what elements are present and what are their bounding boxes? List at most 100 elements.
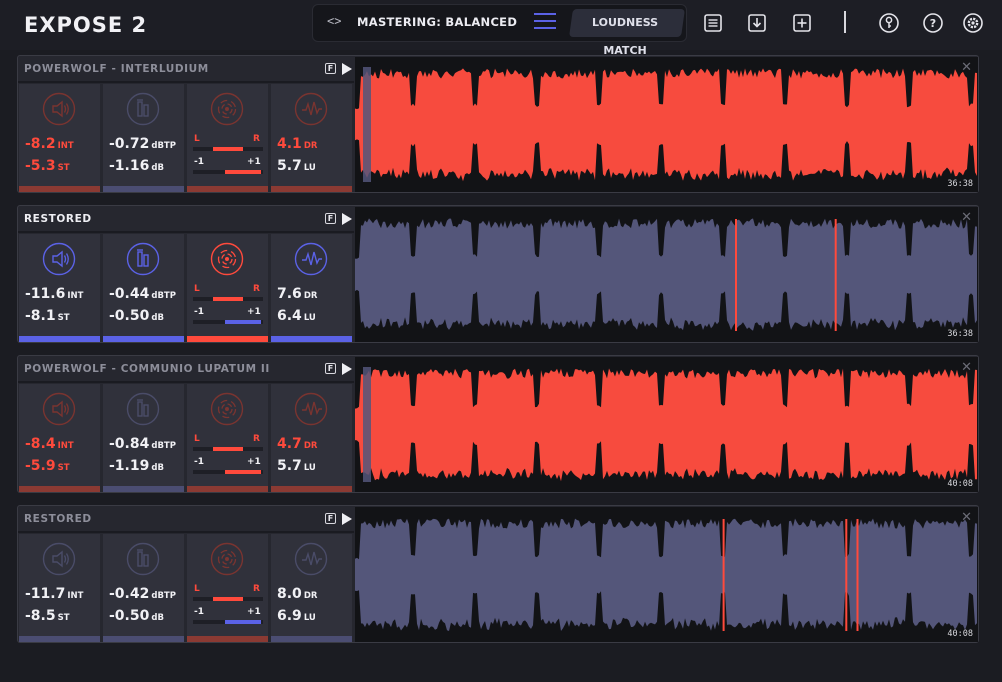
dynamics-status-bar [271, 186, 352, 192]
close-icon[interactable]: ✕ [961, 60, 972, 75]
track-duration: 36:38 [947, 329, 973, 339]
track-header-divider [18, 231, 354, 233]
peak-bars-icon [126, 392, 160, 426]
file-info-button[interactable]: F [325, 363, 336, 374]
waveform-shape [355, 518, 977, 631]
track-panel[interactable]: RESTORED F -11.6 INT -8.1 ST -0.44 dBTP -0.… [17, 205, 979, 343]
help-icon[interactable]: ? [922, 12, 944, 34]
speaker-icon [42, 542, 76, 576]
speaker-icon [42, 242, 76, 276]
loudness-meter[interactable]: -11.7 INT -8.5 ST [19, 534, 100, 642]
app-header: EXPOSE 2 <> MASTERING: BALANCED LOUDNESS… [0, 0, 1002, 57]
sample-peak: -1.16 dB [109, 158, 164, 174]
peak-meter[interactable]: -0.84 dBTP -1.19 dB [103, 384, 184, 492]
play-icon[interactable] [342, 363, 352, 375]
stereo-field-icon [210, 392, 244, 426]
track-name[interactable]: POWERWOLF - INTERLUDIUM [24, 63, 209, 75]
track-name[interactable]: RESTORED [24, 213, 92, 225]
menu-icon[interactable] [534, 13, 556, 31]
preset-nav-arrows-icon[interactable]: <> [327, 14, 341, 28]
file-info-button[interactable]: F [325, 63, 336, 74]
stereo-field-icon [210, 92, 244, 126]
file-info-button[interactable]: F [325, 213, 336, 224]
correlation-min-label: -1 [194, 307, 204, 317]
track-header-divider [18, 531, 354, 533]
stereo-status-bar [187, 486, 268, 492]
clip-marker [856, 519, 859, 631]
balance-bar [193, 447, 263, 451]
waveform-display[interactable]: ✕ 40:08 [355, 357, 978, 492]
right-channel-label: R [253, 434, 260, 444]
track-panel[interactable]: RESTORED F -11.7 INT -8.5 ST -0.42 dBTP -0.… [17, 505, 979, 643]
stereo-field-icon [210, 242, 244, 276]
close-icon[interactable]: ✕ [961, 210, 972, 225]
stereo-meter[interactable]: L R -1 +1 [187, 84, 268, 192]
close-icon[interactable]: ✕ [961, 360, 972, 375]
loudness-range: 5.7 LU [277, 458, 316, 474]
peak-status-bar [103, 636, 184, 642]
dynamics-status-bar [271, 636, 352, 642]
dynamics-meter[interactable]: 4.1 DR 5.7 LU [271, 84, 352, 192]
correlation-bar [193, 320, 263, 324]
play-icon[interactable] [342, 513, 352, 525]
stereo-meter[interactable]: L R -1 +1 [187, 234, 268, 342]
playhead-marker[interactable] [363, 67, 371, 182]
dynamics-meter[interactable]: 4.7 DR 5.7 LU [271, 384, 352, 492]
track-panel[interactable]: POWERWOLF - INTERLUDIUM F -8.2 INT -5.3 ST… [17, 55, 979, 193]
peak-status-bar [103, 486, 184, 492]
close-icon[interactable]: ✕ [961, 510, 972, 525]
peak-meter[interactable]: -0.72 dBTP -1.16 dB [103, 84, 184, 192]
preset-label[interactable]: MASTERING: BALANCED [357, 15, 517, 29]
dynamics-meter[interactable]: 8.0 DR 6.9 LU [271, 534, 352, 642]
loudness-meter[interactable]: -8.2 INT -5.3 ST [19, 84, 100, 192]
balance-bar [193, 297, 263, 301]
track-panel[interactable]: POWERWOLF - COMMUNIO LUPATUM II F -8.4 IN… [17, 355, 979, 493]
svg-text:?: ? [930, 17, 936, 30]
right-channel-label: R [253, 584, 260, 594]
list-icon[interactable] [702, 12, 724, 34]
add-icon[interactable] [791, 12, 813, 34]
loudness-meter[interactable]: -8.4 INT -5.9 ST [19, 384, 100, 492]
stereo-meter[interactable]: L R -1 +1 [187, 534, 268, 642]
playhead-marker[interactable] [363, 367, 371, 482]
short-term-loudness: -5.9 ST [25, 458, 70, 474]
play-icon[interactable] [342, 63, 352, 75]
loudness-status-bar [19, 636, 100, 642]
integrated-loudness: -11.6 INT [25, 286, 84, 302]
stereo-status-bar [187, 186, 268, 192]
waveform-svg [355, 67, 977, 182]
waveform-shape [355, 368, 977, 482]
waveform-shape [355, 68, 977, 182]
track-name[interactable]: RESTORED [24, 513, 92, 525]
stereo-meter[interactable]: L R -1 +1 [187, 384, 268, 492]
correlation-bar [193, 470, 263, 474]
loudness-match-button[interactable]: LOUDNESS MATCH [569, 9, 685, 57]
loudness-meter[interactable]: -11.6 INT -8.1 ST [19, 234, 100, 342]
dynamic-range: 8.0 DR [277, 586, 318, 602]
peak-meter[interactable]: -0.44 dBTP -0.50 dB [103, 234, 184, 342]
dynamic-range: 4.7 DR [277, 436, 318, 452]
key-icon[interactable] [878, 12, 900, 34]
peak-bars-icon [126, 542, 160, 576]
waveform-display[interactable]: ✕ 36:38 [355, 57, 978, 192]
waveform-display[interactable]: ✕ 40:08 [355, 507, 978, 642]
stereo-field-icon [210, 542, 244, 576]
peak-status-bar [103, 336, 184, 342]
right-channel-label: R [253, 284, 260, 294]
peak-bars-icon [126, 242, 160, 276]
waveform-display[interactable]: ✕ 36:38 [355, 207, 978, 342]
correlation-max-label: +1 [247, 157, 261, 167]
loudness-status-bar [19, 186, 100, 192]
waveform-icon [294, 542, 328, 576]
correlation-max-label: +1 [247, 457, 261, 467]
settings-icon[interactable] [962, 12, 984, 34]
dynamics-meter[interactable]: 7.6 DR 6.4 LU [271, 234, 352, 342]
download-icon[interactable] [746, 12, 768, 34]
peak-meter[interactable]: -0.42 dBTP -0.50 dB [103, 534, 184, 642]
left-channel-label: L [194, 434, 200, 444]
correlation-max-label: +1 [247, 607, 261, 617]
left-channel-label: L [194, 584, 200, 594]
file-info-button[interactable]: F [325, 513, 336, 524]
play-icon[interactable] [342, 213, 352, 225]
track-name[interactable]: POWERWOLF - COMMUNIO LUPATUM II [24, 363, 270, 375]
